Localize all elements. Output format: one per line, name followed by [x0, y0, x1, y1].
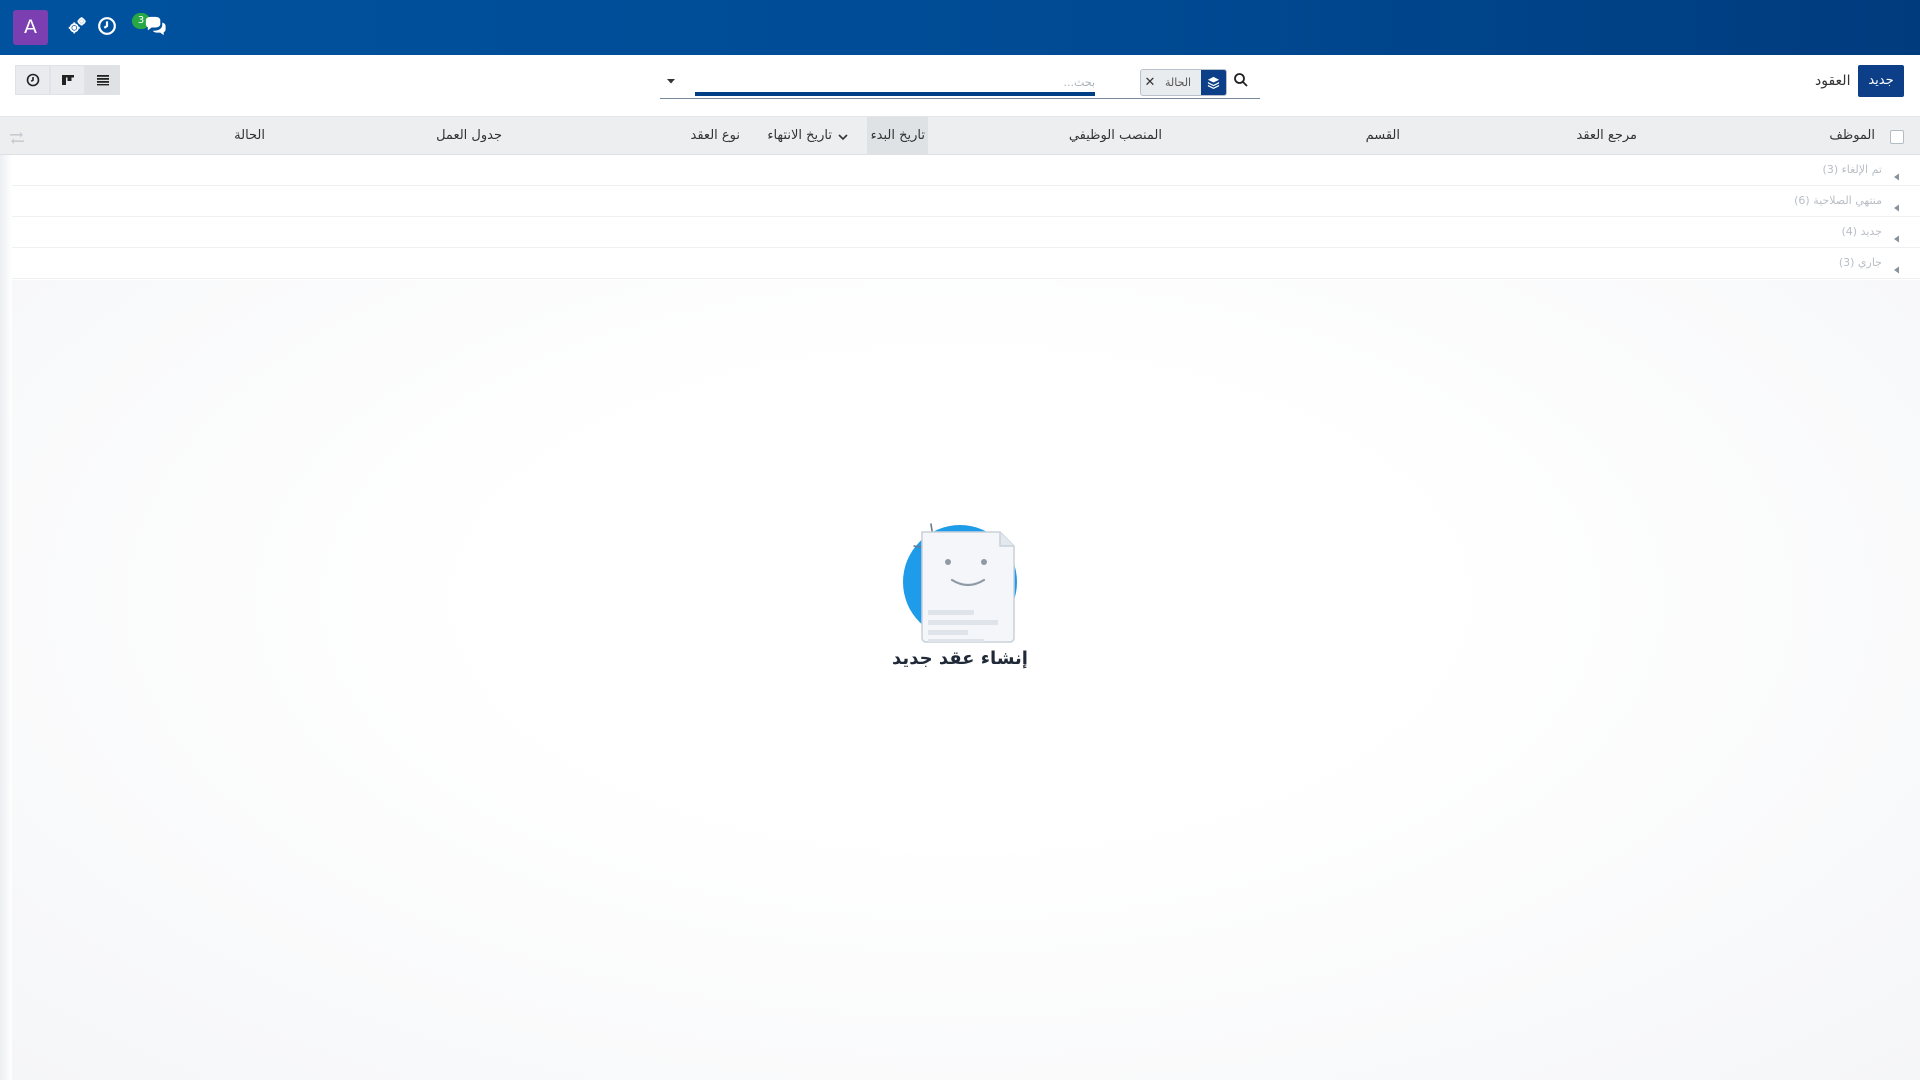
group-row[interactable]: جاري (3)	[0, 248, 1920, 279]
group-label: جديد (4)	[1841, 225, 1883, 238]
clock-icon	[25, 72, 41, 88]
column-job-position[interactable]: المنصب الوظيفي	[1069, 117, 1162, 155]
empty-state-background	[0, 280, 1920, 1080]
search-input[interactable]	[695, 72, 1095, 96]
new-button[interactable]: جديد	[1858, 65, 1904, 97]
facet-value: الحالة	[1165, 76, 1192, 89]
chat-icon[interactable]	[143, 14, 168, 38]
group-by-layers-icon	[1201, 70, 1227, 95]
column-work-schedule[interactable]: جدول العمل	[436, 117, 502, 155]
column-employee[interactable]: الموظف	[1829, 117, 1875, 155]
control-panel: ✕ الحالة العقود جديد	[0, 55, 1920, 117]
group-collapsed-caret-icon	[1893, 166, 1901, 181]
facet-remove-icon[interactable]: ✕	[1141, 70, 1159, 95]
search-facet: ✕ الحالة	[1140, 69, 1228, 96]
sort-descending-icon	[836, 129, 850, 143]
column-contract-type[interactable]: نوع العقد	[691, 117, 740, 155]
empty-state-title: إنشاء عقد جديد	[892, 648, 1028, 669]
group-label: تم الإلغاء (3)	[1822, 163, 1882, 176]
group-collapsed-caret-icon	[1893, 197, 1901, 212]
activity-view-button[interactable]	[15, 65, 50, 95]
kanban-icon	[60, 72, 76, 88]
left-edge-shadow	[0, 155, 12, 1080]
group-row[interactable]: جديد (4)	[0, 217, 1920, 248]
list-view-button[interactable]	[85, 65, 120, 95]
list-header: الموظف مرجع العقد القسم المنصب الوظيفي ت…	[0, 117, 1920, 155]
user-avatar[interactable]: A	[13, 10, 48, 45]
group-collapsed-caret-icon	[1893, 228, 1901, 243]
group-label: جاري (3)	[1838, 256, 1882, 269]
column-end-date[interactable]: تاريخ الانتهاء	[767, 117, 832, 155]
empty-document-illustration	[900, 500, 1020, 645]
search-icon[interactable]	[1233, 72, 1249, 88]
top-navbar: A 3	[0, 0, 1920, 55]
column-department[interactable]: القسم	[1366, 117, 1400, 155]
clock-icon[interactable]	[96, 15, 118, 37]
column-start-date[interactable]: تاريخ البدء	[866, 117, 928, 155]
search-options-caret-icon[interactable]	[662, 72, 680, 90]
kanban-view-button[interactable]	[50, 65, 85, 95]
column-contract-reference[interactable]: مرجع العقد	[1577, 117, 1637, 155]
gears-icon[interactable]	[66, 15, 88, 37]
column-status[interactable]: الحالة	[234, 117, 265, 155]
group-row[interactable]: تم الإلغاء (3)	[0, 155, 1920, 186]
search-bar: ✕ الحالة	[660, 66, 1260, 99]
optional-columns-icon[interactable]	[9, 130, 25, 144]
group-collapsed-caret-icon	[1893, 259, 1901, 274]
page-title: العقود	[1815, 73, 1851, 89]
view-switcher	[15, 65, 120, 95]
group-row[interactable]: منتهي الصلاحية (6)	[0, 186, 1920, 217]
list-icon	[95, 72, 111, 88]
group-label: منتهي الصلاحية (6)	[1794, 194, 1882, 207]
select-all-checkbox[interactable]	[1890, 130, 1904, 144]
